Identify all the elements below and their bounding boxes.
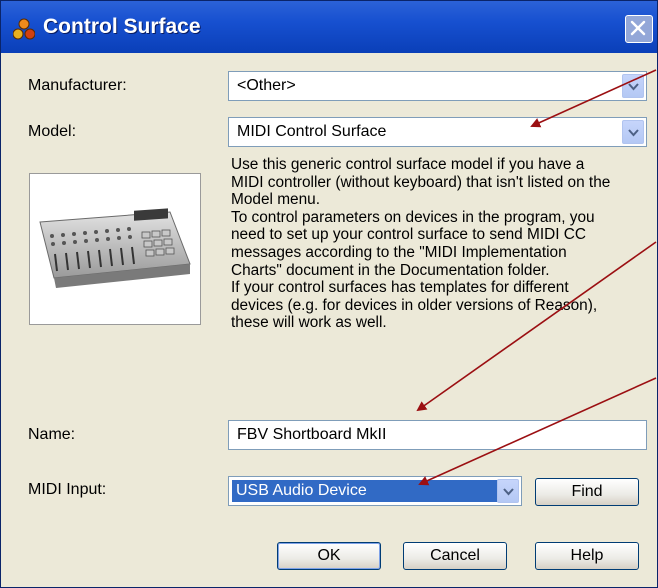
close-icon (630, 20, 646, 36)
chevron-down-icon (503, 488, 514, 496)
manufacturer-dropdown[interactable]: <Other> (228, 71, 647, 101)
description-line: devices (e.g. for devices in older versi… (231, 296, 598, 314)
description-line: To control parameters on devices in the … (231, 208, 595, 226)
midi-input-dropdown[interactable]: USB Audio Device (228, 476, 522, 506)
control-surface-dialog: Control Surface Manufacturer: <Other> Mo… (0, 0, 658, 588)
name-label: Name: (28, 426, 76, 443)
description-line: Model menu. (231, 191, 320, 209)
model-value: MIDI Control Surface (237, 123, 387, 140)
control-surface-device-image (29, 173, 201, 325)
chevron-down-icon (628, 129, 639, 137)
name-value: FBV Shortboard MkII (237, 426, 387, 443)
description-line: Charts" document in the Documentation fo… (231, 261, 550, 279)
model-description: Use this generic control surface model i… (231, 156, 657, 332)
midi-input-value: USB Audio Device (232, 480, 498, 502)
manufacturer-value: <Other> (237, 77, 296, 94)
description-line: messages according to the "MIDI Implemen… (231, 243, 567, 261)
model-dropdown[interactable]: MIDI Control Surface (228, 117, 647, 147)
manufacturer-label: Manufacturer: (28, 77, 127, 94)
midi-controller-illustration (39, 208, 191, 288)
description-line: If your control surfaces has templates f… (231, 279, 569, 297)
cancel-button[interactable]: Cancel (403, 542, 507, 570)
manufacturer-dropdown-button[interactable] (622, 74, 644, 98)
help-button[interactable]: Help (535, 542, 639, 570)
description-line: Use this generic control surface model i… (231, 156, 585, 173)
ok-button[interactable]: OK (277, 542, 381, 570)
description-line: these will work as well. (231, 314, 387, 332)
name-input[interactable]: FBV Shortboard MkII (228, 420, 647, 450)
description-line: MIDI controller (without keyboard) that … (231, 173, 611, 191)
midi-input-dropdown-button[interactable] (497, 479, 519, 503)
find-button[interactable]: Find (535, 478, 639, 506)
title-bar[interactable]: Control Surface (1, 1, 657, 53)
close-button[interactable] (625, 15, 653, 43)
midi-input-label: MIDI Input: (28, 481, 107, 498)
model-label: Model: (28, 123, 77, 140)
description-line: need to set up your control surface to s… (231, 226, 587, 244)
chevron-down-icon (628, 83, 639, 91)
model-dropdown-button[interactable] (622, 120, 644, 144)
reason-app-icon (13, 18, 35, 40)
window-title: Control Surface (43, 15, 201, 38)
